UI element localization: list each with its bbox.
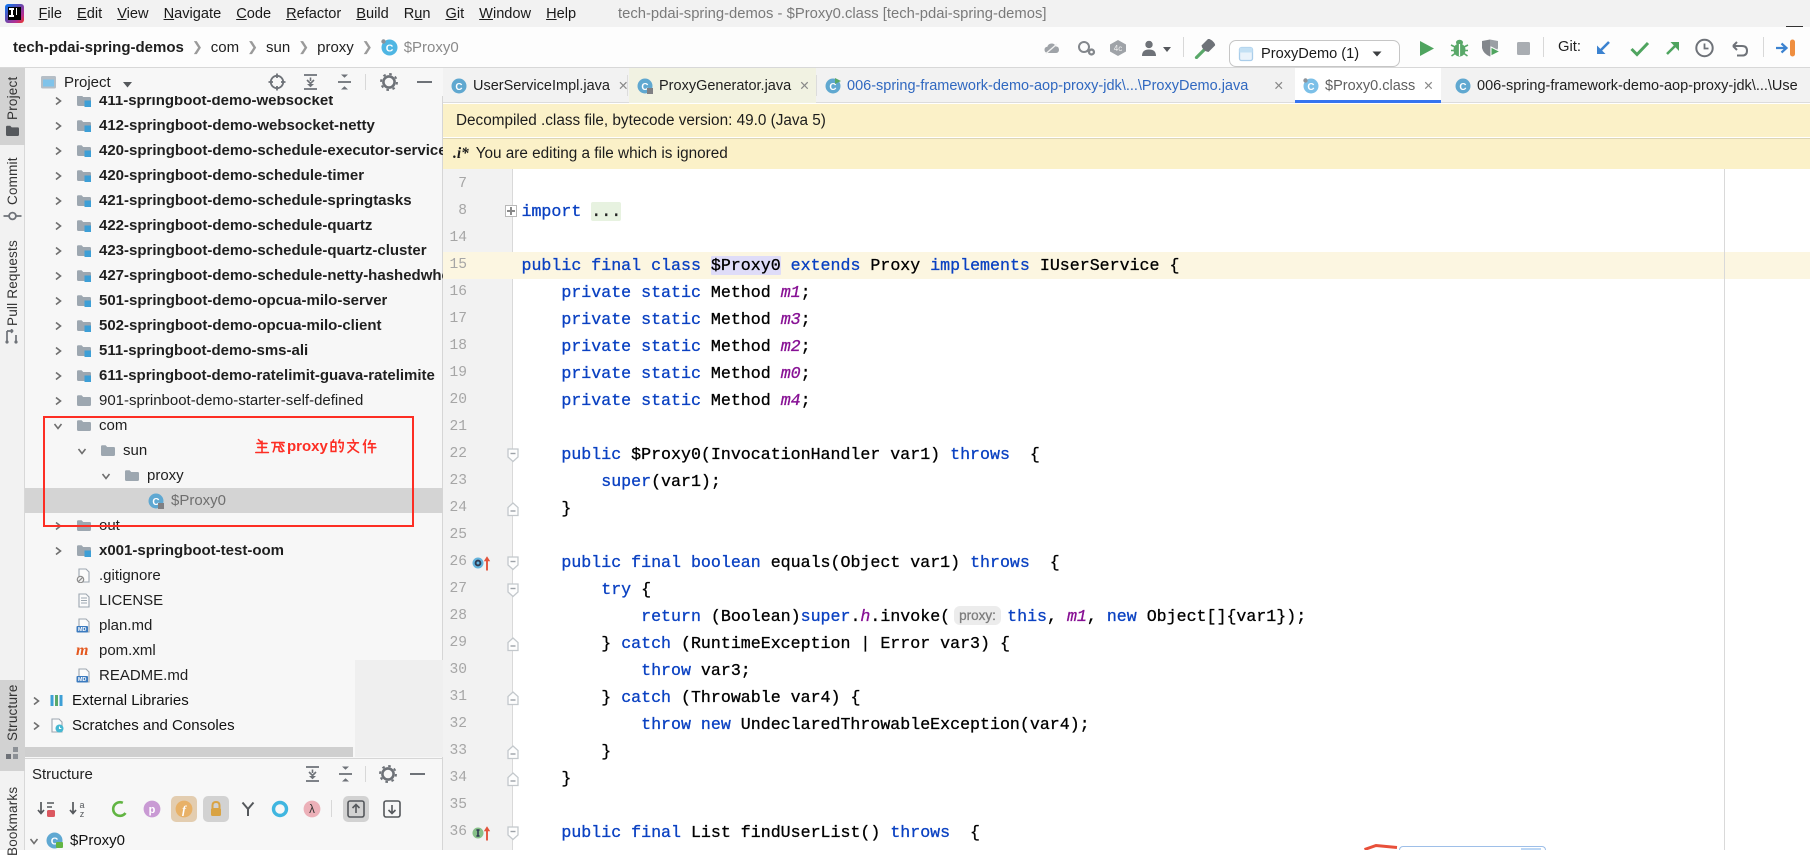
svg-text:p: p — [149, 804, 156, 816]
svg-text:λ: λ — [309, 804, 315, 816]
svg-text:MD: MD — [78, 627, 86, 633]
svg-text:C: C — [385, 42, 393, 54]
svg-text:C: C — [1459, 81, 1466, 92]
svg-text:MD: MD — [78, 677, 86, 683]
svg-text:C: C — [455, 81, 462, 92]
svg-text:C: C — [1307, 81, 1314, 92]
svg-text:4c: 4c — [1114, 44, 1122, 53]
svg-text:z: z — [80, 809, 85, 819]
